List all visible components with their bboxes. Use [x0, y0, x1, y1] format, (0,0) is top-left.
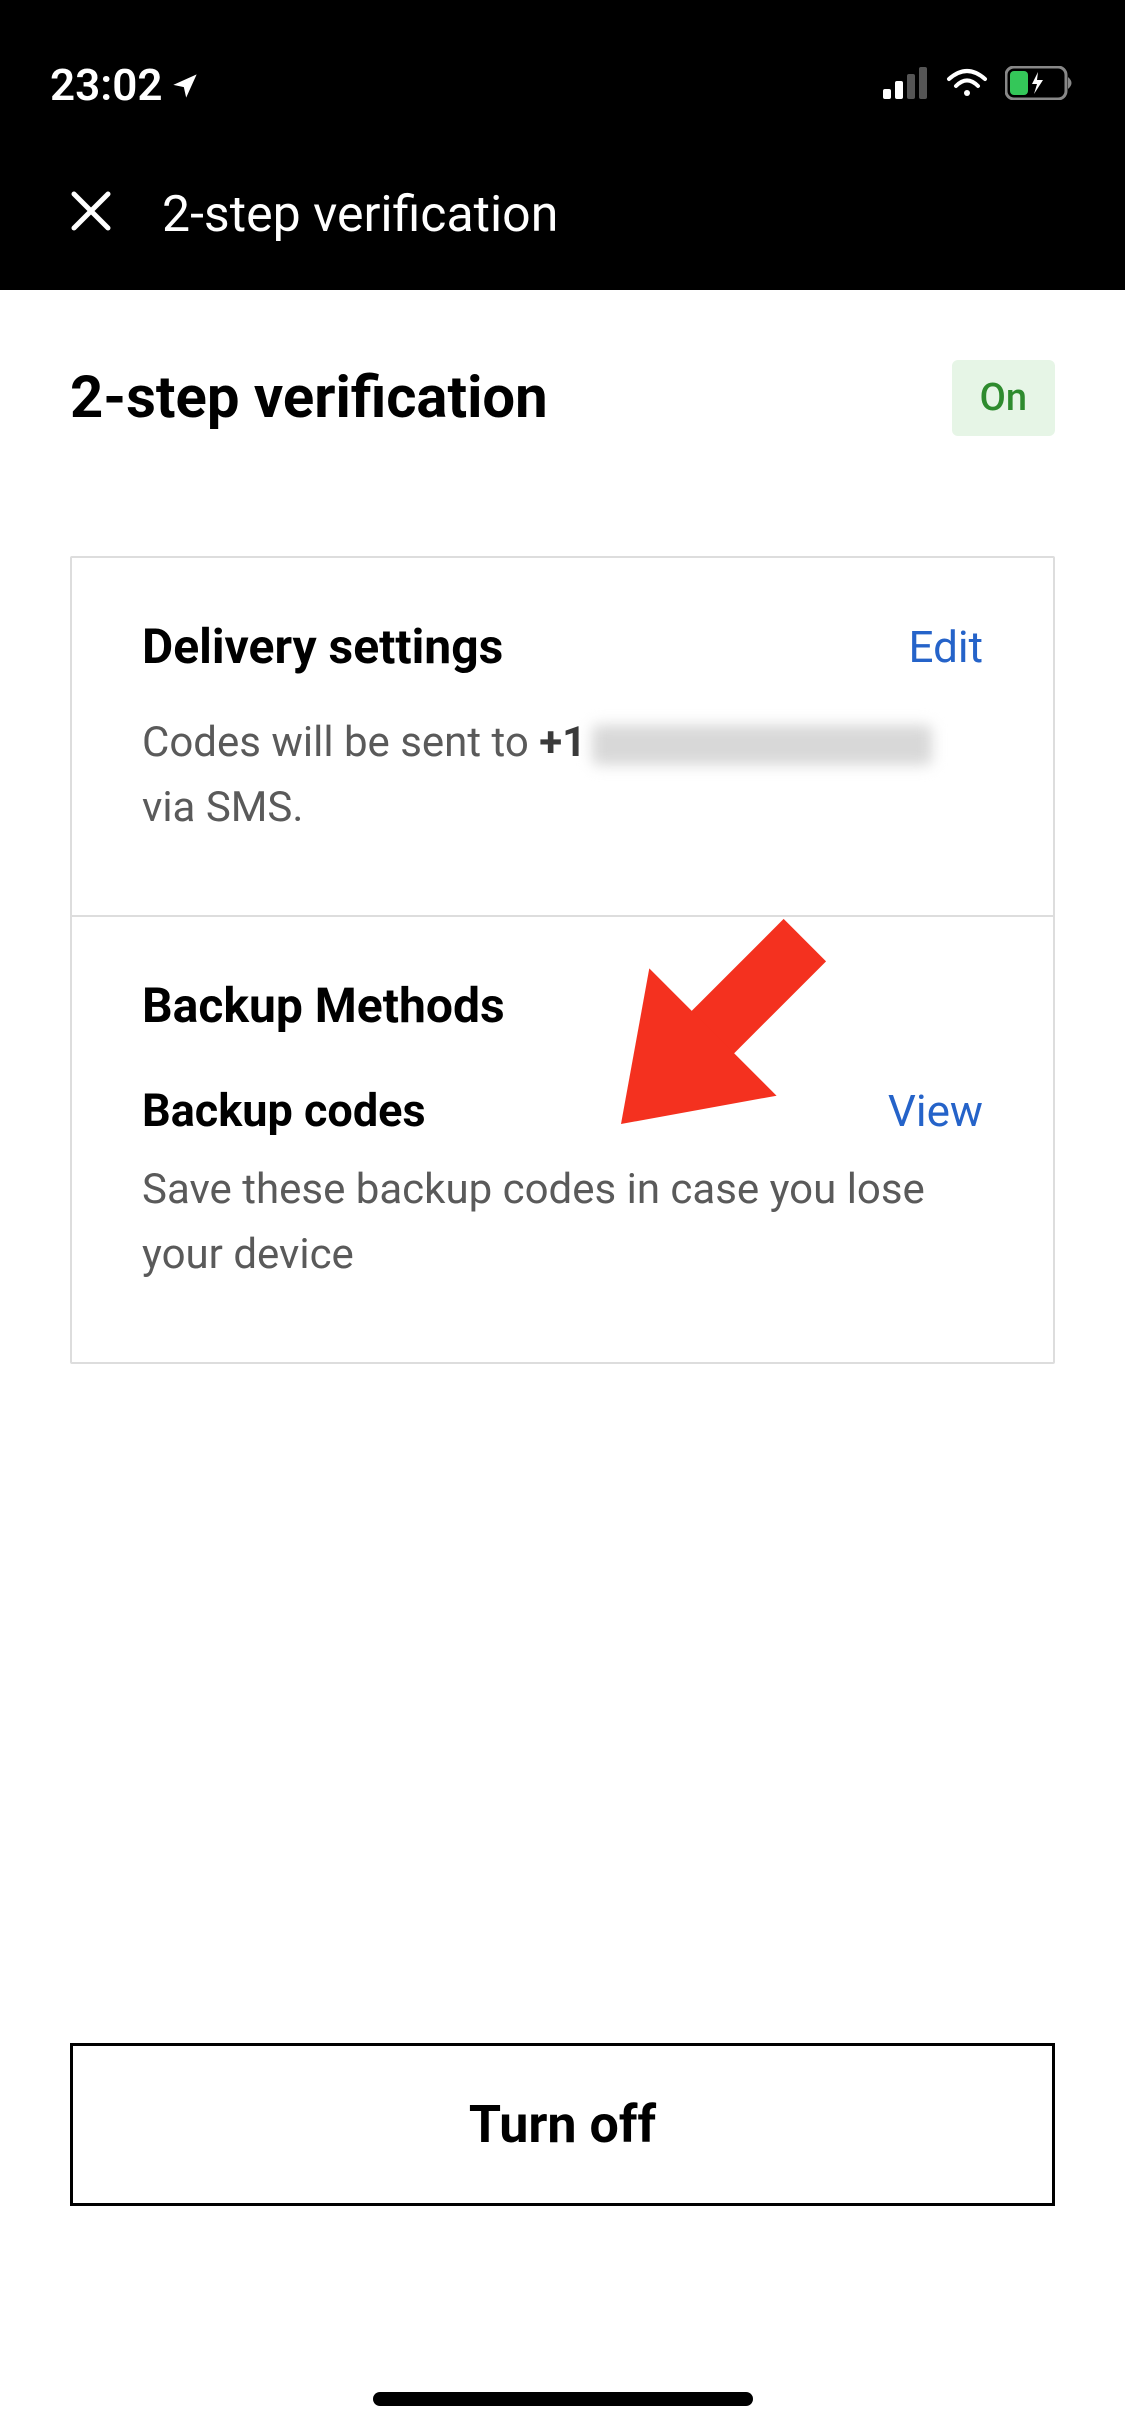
- wifi-icon: [945, 67, 989, 103]
- close-icon[interactable]: [70, 190, 112, 240]
- page-header: 2-step verification On: [70, 360, 1055, 436]
- edit-link[interactable]: Edit: [908, 621, 983, 673]
- status-bar: 23:02: [0, 0, 1125, 140]
- bottom-area: Turn off: [70, 2043, 1055, 2206]
- delivery-text-suffix: via SMS.: [142, 783, 303, 832]
- battery-icon: [1005, 66, 1075, 104]
- delivery-section: Delivery settings Edit Codes will be sen…: [72, 558, 1053, 915]
- backup-section: Backup Methods Backup codes View Save th…: [72, 915, 1053, 1362]
- status-badge: On: [952, 360, 1055, 436]
- location-icon: [171, 59, 199, 111]
- delivery-body: Codes will be sent to +1 via SMS.: [142, 710, 983, 840]
- status-time: 23:02: [50, 59, 199, 111]
- delivery-header: Delivery settings Edit: [142, 618, 983, 675]
- settings-card: Delivery settings Edit Codes will be sen…: [70, 556, 1055, 1364]
- phone-prefix: +1: [539, 718, 586, 767]
- nav-title: 2-step verification: [162, 186, 558, 244]
- turn-off-button[interactable]: Turn off: [70, 2043, 1055, 2206]
- time-text: 23:02: [50, 59, 163, 111]
- backup-title: Backup Methods: [142, 977, 983, 1034]
- delivery-text-prefix: Codes will be sent to: [142, 718, 539, 767]
- page-title: 2-step verification: [70, 364, 548, 432]
- content: 2-step verification On Delivery settings…: [0, 290, 1125, 1364]
- view-link[interactable]: View: [888, 1085, 983, 1137]
- status-right: [883, 66, 1075, 104]
- delivery-title: Delivery settings: [142, 618, 503, 675]
- backup-codes-header: Backup codes View: [142, 1084, 983, 1137]
- cellular-icon: [883, 67, 929, 103]
- backup-codes-title: Backup codes: [142, 1084, 426, 1137]
- home-indicator[interactable]: [373, 2392, 753, 2406]
- nav-bar: 2-step verification: [0, 140, 1125, 290]
- backup-description: Save these backup codes in case you lose…: [142, 1157, 983, 1287]
- phone-redacted: [592, 725, 932, 765]
